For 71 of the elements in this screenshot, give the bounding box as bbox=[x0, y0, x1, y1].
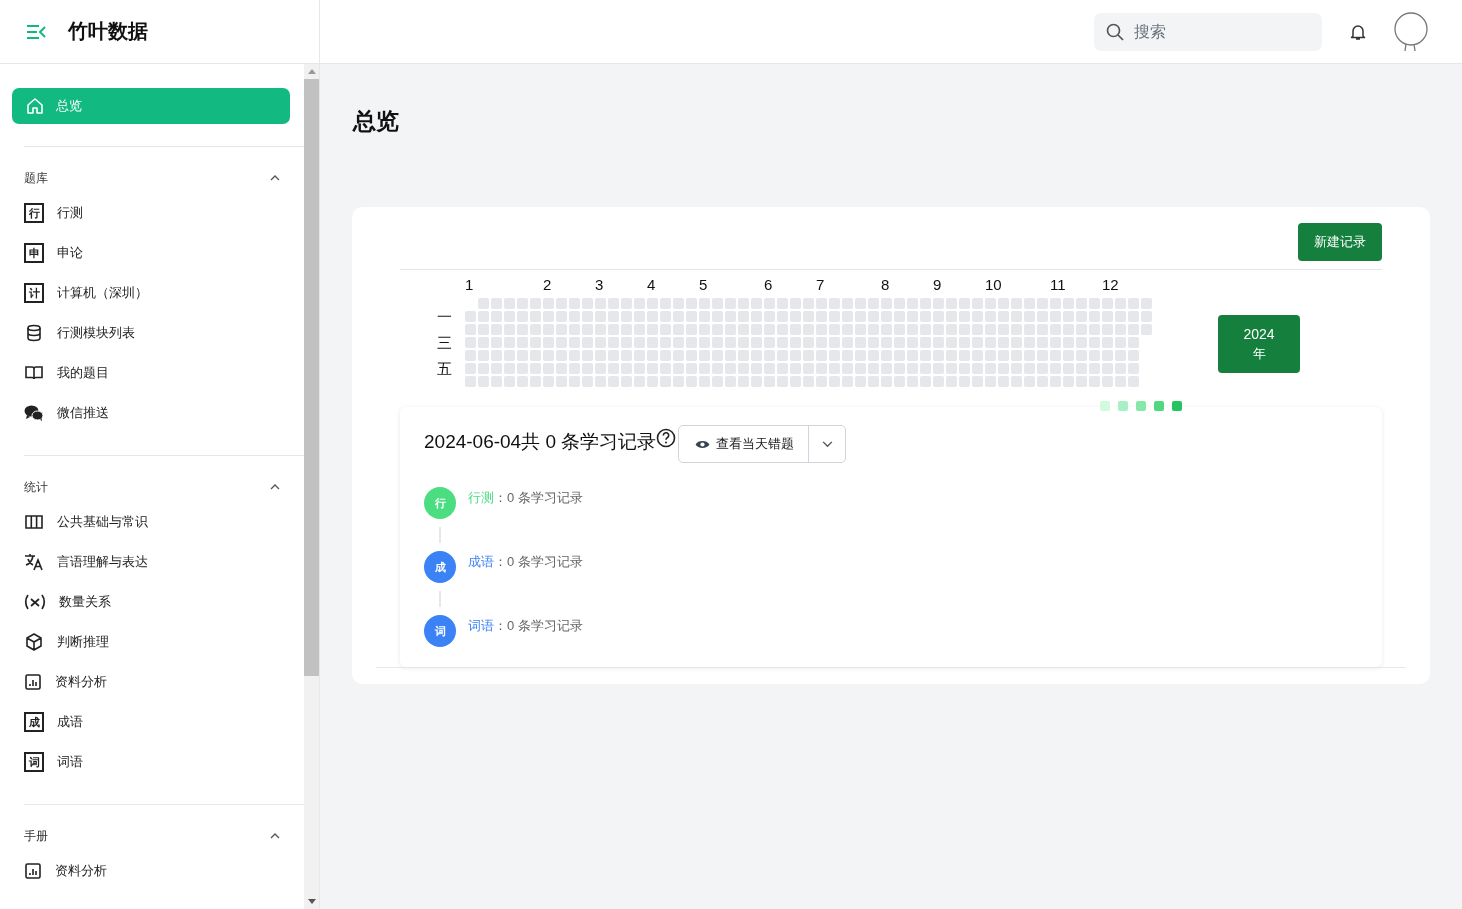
month-label: 2 bbox=[543, 276, 552, 293]
weekday-label: 三 bbox=[437, 334, 452, 352]
sidebar-item[interactable]: 计 计算机（深圳） bbox=[12, 273, 292, 313]
chart-icon bbox=[24, 862, 42, 880]
month-label: 3 bbox=[595, 276, 604, 293]
scroll-down-icon[interactable] bbox=[307, 899, 316, 904]
sidebar-item[interactable]: 成 成语 bbox=[12, 702, 292, 742]
menu-icon[interactable] bbox=[26, 24, 46, 39]
glyph-icon: 行 bbox=[24, 203, 44, 223]
timeline-text: 行测：0 条学习记录 bbox=[468, 489, 583, 507]
month-label: 9 bbox=[933, 276, 942, 293]
glyph-icon: 计 bbox=[24, 283, 44, 303]
bell-icon[interactable] bbox=[1350, 22, 1366, 41]
weekday-label: 五 bbox=[437, 360, 452, 378]
scrollbar[interactable] bbox=[304, 64, 319, 909]
timeline-text: 词语：0 条学习记录 bbox=[468, 617, 583, 635]
timeline-badge: 成 bbox=[424, 551, 456, 583]
weekday-label: 一 bbox=[437, 308, 452, 326]
sidebar-item[interactable]: 行 行测 bbox=[12, 193, 292, 233]
day-summary: 2024-06-04共 0 条学习记录 bbox=[424, 430, 657, 454]
sidebar-item[interactable]: 资料分析 bbox=[12, 851, 292, 891]
month-label: 12 bbox=[1102, 276, 1119, 293]
search-icon bbox=[1106, 22, 1124, 41]
timeline-badge: 词 bbox=[424, 615, 456, 647]
month-label: 7 bbox=[816, 276, 825, 293]
month-label: 10 bbox=[985, 276, 1002, 293]
avatar[interactable] bbox=[1392, 11, 1430, 52]
sidebar-item[interactable]: 数量关系 bbox=[12, 582, 292, 622]
new-record-button[interactable]: 新建记录 bbox=[1298, 223, 1382, 261]
translate-icon bbox=[24, 552, 44, 572]
month-label: 1 bbox=[465, 276, 474, 293]
columns-icon bbox=[24, 514, 44, 530]
cube-icon bbox=[24, 632, 44, 652]
view-mistakes-button[interactable]: 查看当天错题 bbox=[679, 426, 810, 462]
help-icon[interactable] bbox=[656, 428, 677, 448]
sidebar-item[interactable]: 词 词语 bbox=[12, 742, 292, 782]
eye-icon bbox=[695, 438, 711, 450]
glyph-icon: 成 bbox=[24, 712, 44, 732]
home-icon bbox=[26, 97, 44, 115]
section-title: 统计 bbox=[24, 478, 48, 496]
variable-icon bbox=[24, 593, 46, 611]
page-title: 总览 bbox=[353, 107, 400, 136]
chart-icon bbox=[24, 673, 42, 691]
sidebar-item[interactable]: 言语理解与表达 bbox=[12, 542, 292, 582]
timeline-text: 成语：0 条学习记录 bbox=[468, 553, 583, 571]
search-field[interactable]: 搜索 bbox=[1094, 12, 1322, 51]
glyph-icon: 申 bbox=[24, 243, 44, 263]
glyph-icon: 词 bbox=[24, 752, 44, 772]
section-title: 题库 bbox=[24, 169, 48, 187]
chevron-down-icon bbox=[821, 440, 833, 448]
chevron-icon[interactable] bbox=[270, 175, 280, 181]
sidebar-item[interactable]: 资料分析 bbox=[12, 662, 292, 702]
month-label: 8 bbox=[881, 276, 890, 293]
year-button[interactable]: 2024 年 bbox=[1218, 315, 1300, 373]
sidebar-item[interactable]: 微信推送 bbox=[12, 393, 292, 433]
month-label: 4 bbox=[647, 276, 656, 293]
sidebar-item[interactable]: 公共基础与常识 bbox=[12, 502, 292, 542]
chevron-icon[interactable] bbox=[270, 833, 280, 839]
database-icon bbox=[24, 323, 44, 343]
month-label: 6 bbox=[764, 276, 773, 293]
sidebar-item[interactable]: 申 申论 bbox=[12, 233, 292, 273]
month-label: 11 bbox=[1050, 276, 1066, 293]
chat-icon bbox=[24, 404, 44, 422]
sidebar-item[interactable]: 判断推理 bbox=[12, 622, 292, 662]
chevron-icon[interactable] bbox=[270, 484, 280, 490]
month-label: 5 bbox=[699, 276, 708, 293]
sidebar-item[interactable]: 我的题目 bbox=[12, 353, 292, 393]
timeline-badge: 行 bbox=[424, 487, 456, 519]
section-title: 手册 bbox=[24, 827, 48, 845]
sidebar-item[interactable]: 行测模块列表 bbox=[12, 313, 292, 353]
brand-name: 竹叶数据 bbox=[68, 19, 148, 44]
